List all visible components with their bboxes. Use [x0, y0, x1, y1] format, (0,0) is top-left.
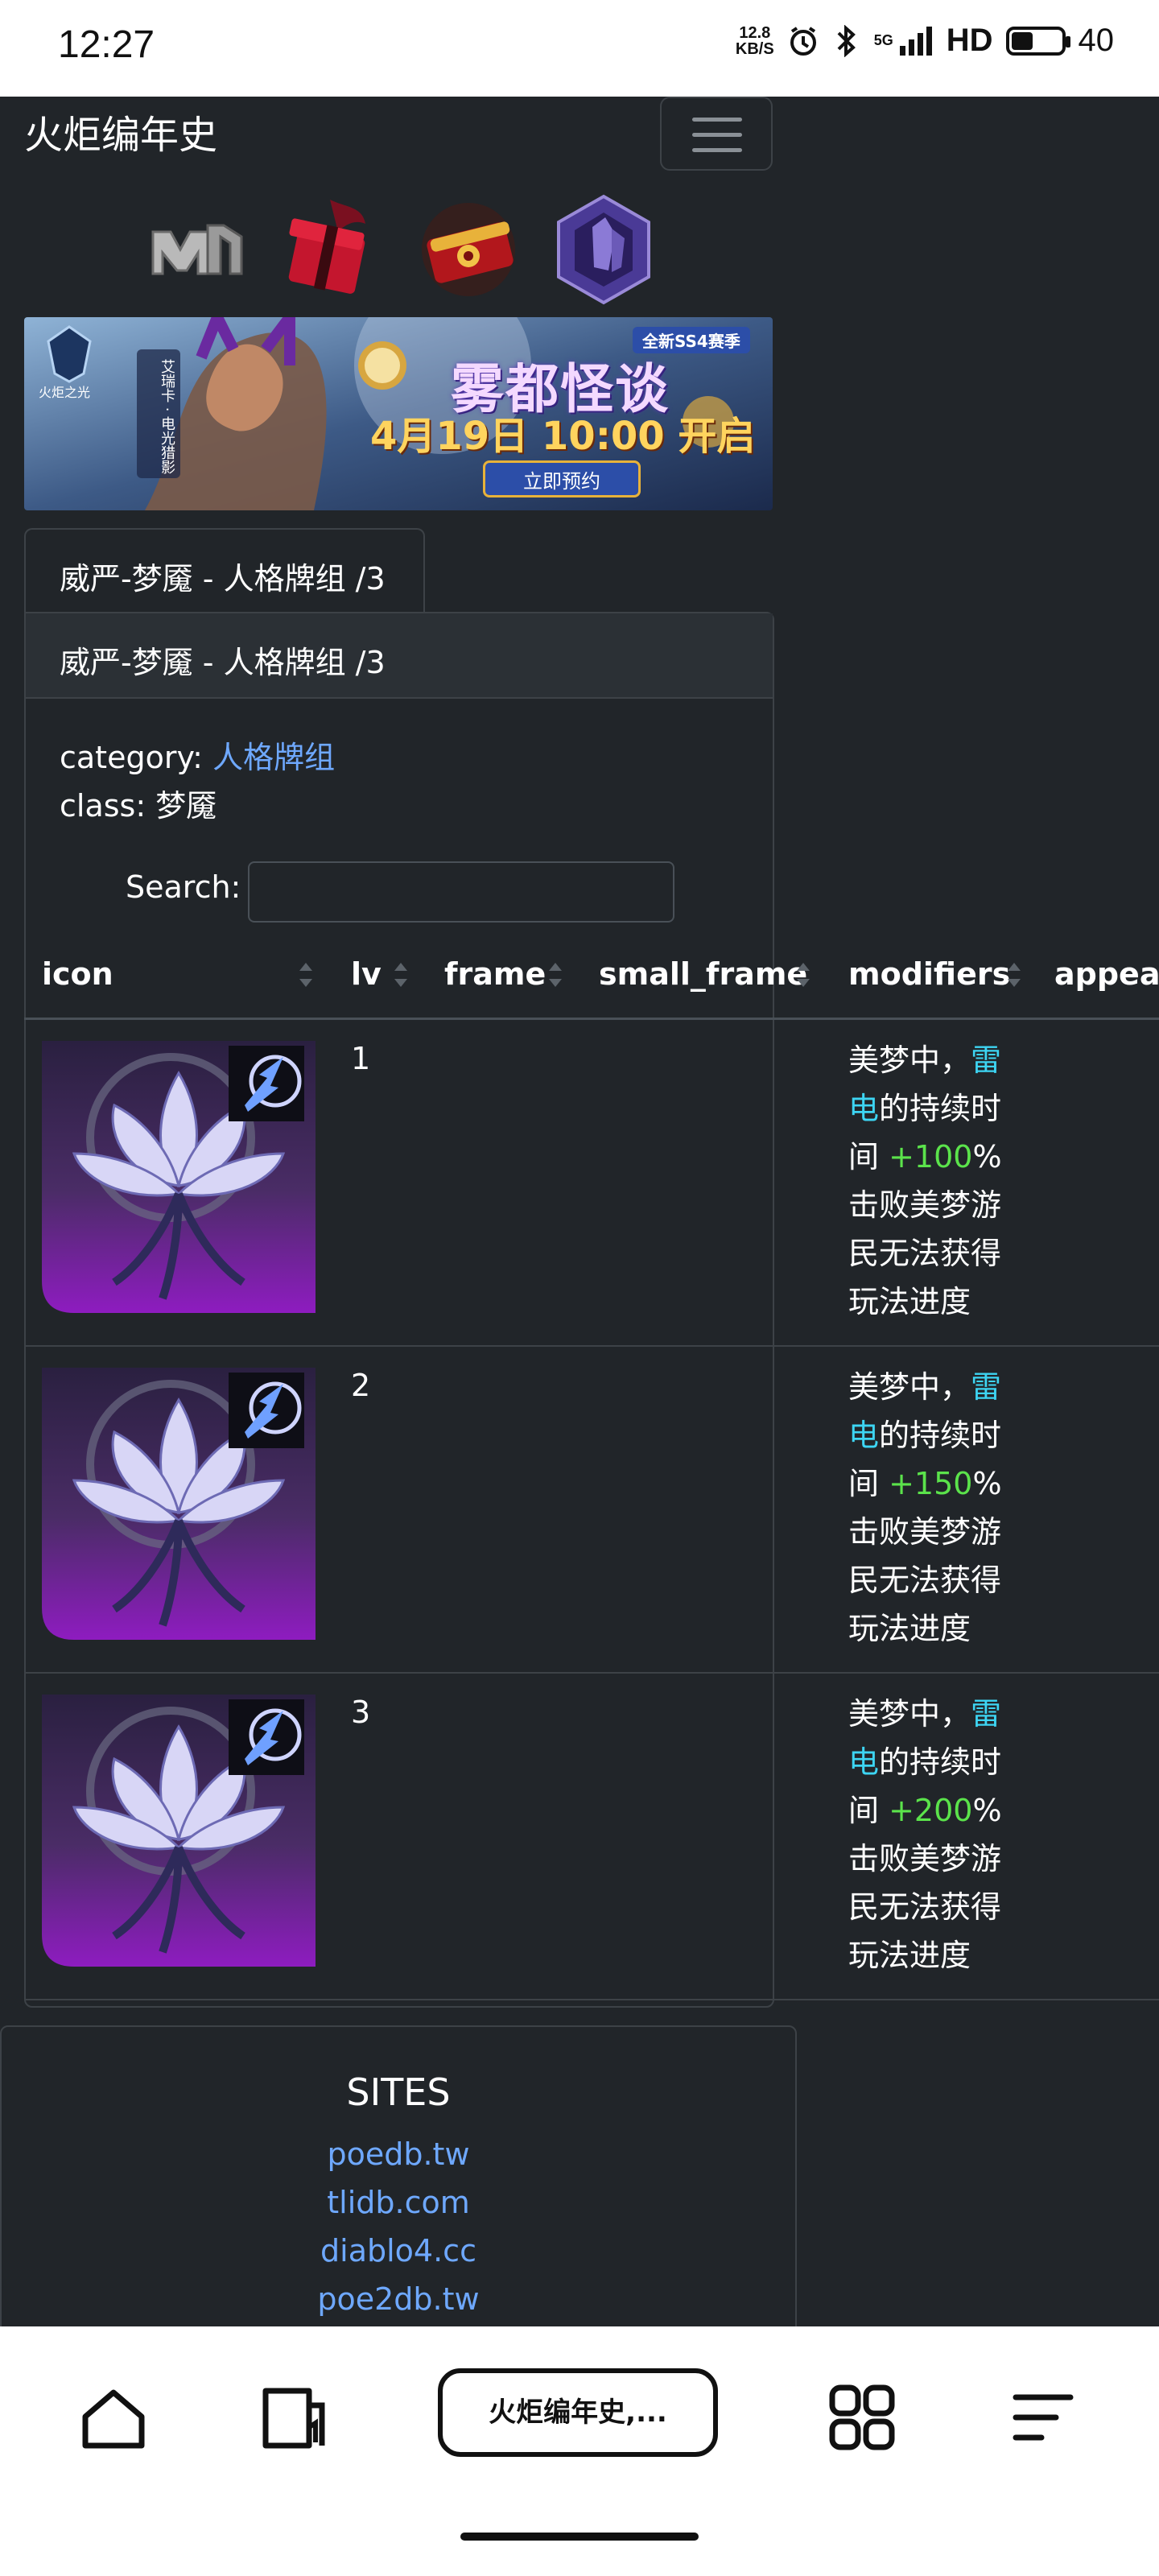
poe-logo-icon[interactable]	[142, 193, 254, 306]
level-value: 2	[351, 1368, 371, 1403]
table-header: icon lv frame small_frame modifiers appe…	[24, 934, 1159, 1020]
net-speed: 12.8 KB/S	[736, 25, 774, 57]
network-type: 5G	[873, 32, 893, 48]
home-icon[interactable]	[77, 2381, 150, 2454]
banner-brand: 火炬之光	[39, 385, 91, 400]
card-title: 威严-梦魇 - 人格牌组 /3	[60, 645, 386, 680]
battery-level: 40	[1078, 23, 1115, 58]
footer-links: poedb.tw tlidb.com diablo4.cc poe2db.tw	[2, 2130, 795, 2323]
footer-link[interactable]: tlidb.com	[2, 2178, 795, 2227]
nightmare-flower-icon[interactable]	[42, 1695, 316, 1967]
alarm-icon	[790, 26, 816, 56]
net-speed-unit: KB/S	[735, 39, 774, 58]
tab-label: 威严-梦魇 - 人格牌组 /3	[60, 561, 386, 597]
table-row: 3 美梦中，雷 电的持续时 间 +200% 击败美梦游 民无法获得 玩法进度	[24, 1674, 1159, 2000]
column-header-appear[interactable]: appear_	[1054, 956, 1159, 992]
status-bar: 12:27 12.8 KB/S 5G HD 40	[0, 0, 1159, 97]
card-header: 威严-梦魇 - 人格牌组 /3	[26, 613, 773, 699]
level-value: 3	[351, 1695, 371, 1730]
sort-icon[interactable]	[549, 958, 562, 993]
column-header-modifiers[interactable]: modifiers	[848, 956, 1010, 992]
banner-cta-button[interactable]: 立即预约	[483, 460, 641, 497]
hd-badge: HD	[946, 23, 993, 58]
status-icons: 12.8 KB/S 5G HD 40	[736, 23, 1114, 59]
modifier-text: 美梦中，雷 电的持续时 间 +150% 击败美梦游 民无法获得 玩法进度	[848, 1369, 1002, 1646]
column-header-lv[interactable]: lv	[351, 956, 382, 992]
class-label: class:	[60, 788, 156, 824]
bluetooth-icon	[837, 24, 856, 57]
footer-link[interactable]: poedb.tw	[2, 2130, 795, 2178]
sites-footer: SITES poedb.tw tlidb.com diablo4.cc poe2…	[0, 2025, 797, 2331]
footer-title: SITES	[346, 2070, 451, 2114]
gift-box-icon[interactable]	[274, 193, 386, 306]
class-line: class: 梦魇	[60, 781, 217, 825]
sort-icon[interactable]	[1008, 958, 1021, 993]
table-row: 2 美梦中，雷 电的持续时 间 +150% 击败美梦游 民无法获得 玩法进度	[24, 1347, 1159, 1674]
purple-crystal-icon[interactable]	[547, 193, 660, 306]
level-value: 1	[351, 1041, 371, 1076]
footer-link[interactable]: poe2db.tw	[2, 2275, 795, 2323]
modifier-text: 美梦中，雷 电的持续时 间 +100% 击败美梦游 民无法获得 玩法进度	[848, 1042, 1002, 1319]
category-link[interactable]: 人格牌组	[212, 740, 335, 775]
column-header-icon[interactable]: icon	[42, 956, 113, 992]
treasure-chest-icon[interactable]	[412, 193, 525, 306]
status-time: 12:27	[58, 23, 155, 66]
home-indicator[interactable]	[460, 2533, 699, 2541]
site-title[interactable]: 火炬编年史	[24, 103, 217, 159]
promo-banner[interactable]: 火炬之光 艾瑞卡 · 电光猎影 全新SS4赛季 雾都怪谈 4月19日 10:00…	[24, 317, 773, 510]
apps-grid-icon[interactable]	[826, 2381, 898, 2454]
footer-link[interactable]: diablo4.cc	[2, 2227, 795, 2275]
banner-date: 4月19日 10:00 开启	[370, 414, 756, 459]
hamburger-menu-button[interactable]	[660, 97, 773, 171]
column-header-frame[interactable]: frame	[444, 956, 546, 992]
current-tab-pill[interactable]: 火炬编年史,...	[438, 2368, 718, 2457]
sort-icon[interactable]	[394, 958, 407, 993]
menu-lines-icon[interactable]	[1006, 2381, 1079, 2454]
class-value: 梦魇	[155, 788, 217, 824]
modifier-text: 美梦中，雷 电的持续时 间 +200% 击败美梦游 民无法获得 玩法进度	[848, 1696, 1002, 1973]
category-label: category:	[60, 740, 213, 775]
modifiers-table: icon lv frame small_frame modifiers appe…	[24, 934, 1159, 2000]
tabs-icon[interactable]	[258, 2381, 330, 2454]
sort-icon[interactable]	[299, 958, 312, 993]
sort-icon[interactable]	[797, 958, 810, 993]
search-input[interactable]	[248, 861, 674, 923]
signal-icon	[899, 26, 932, 56]
table-row: 1 美梦中，雷 电的持续时 间 +100% 击败美梦游 民无法获得 玩法进度	[24, 1020, 1159, 1347]
nightmare-flower-icon[interactable]	[42, 1368, 316, 1640]
battery-icon	[1005, 26, 1070, 56]
browser-bottom-bar: 火炬编年史,...	[0, 2326, 1159, 2576]
nightmare-flower-icon[interactable]	[42, 1041, 316, 1313]
tab-deck[interactable]: 威严-梦魇 - 人格牌组 /3	[24, 528, 425, 612]
banner-side-text: 艾瑞卡 · 电光猎影	[159, 359, 175, 475]
column-header-small-frame[interactable]: small_frame	[599, 956, 807, 992]
search-label: Search:	[126, 869, 241, 905]
net-speed-value: 12.8	[739, 23, 771, 42]
category-line: category: 人格牌组	[60, 733, 335, 777]
